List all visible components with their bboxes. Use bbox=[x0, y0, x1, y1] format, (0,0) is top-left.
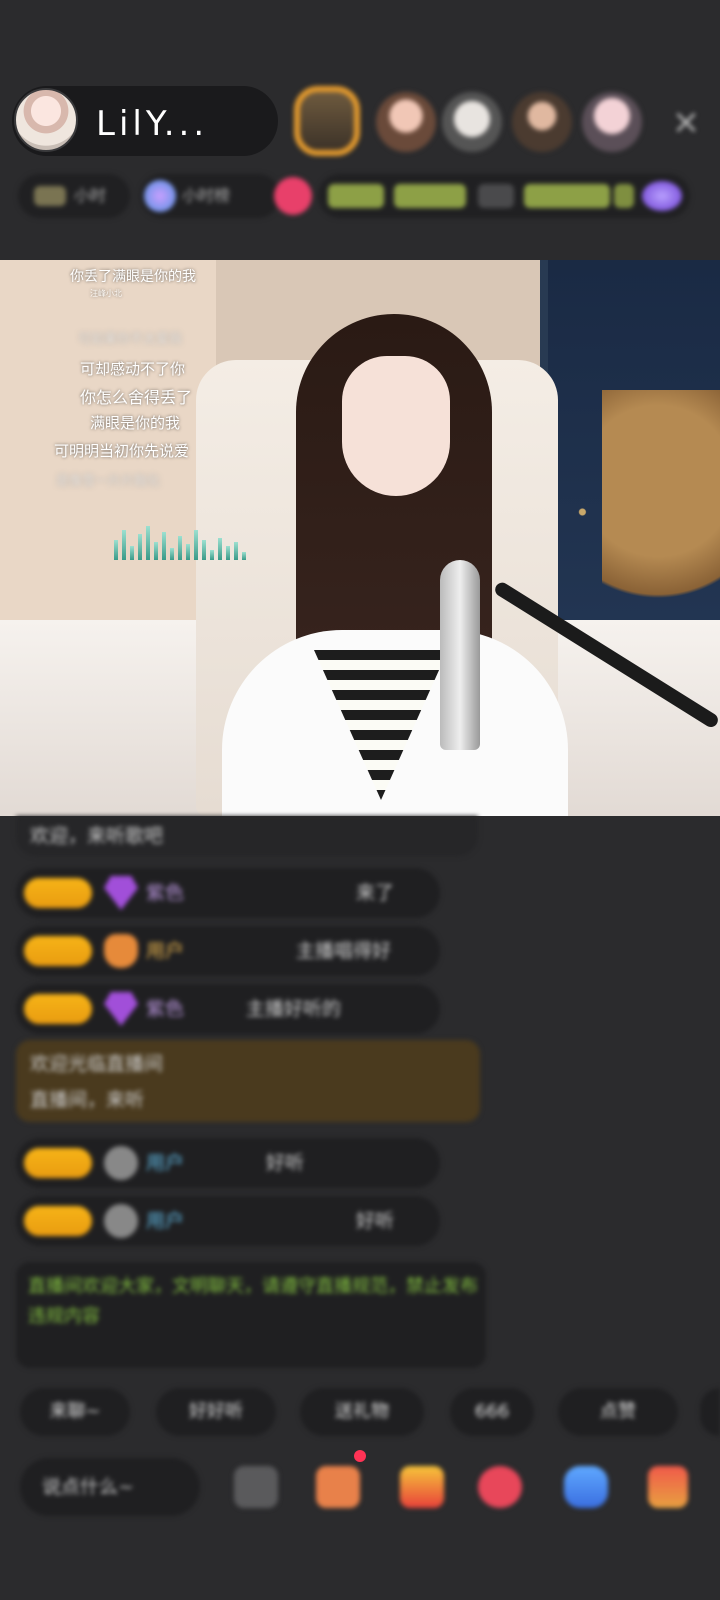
say-something-input[interactable]: 说点什么~ bbox=[20, 1458, 200, 1516]
chat-message[interactable]: 用户 好听 bbox=[16, 1196, 440, 1246]
lyric-line-3: 你怎么舍得丢了 bbox=[80, 388, 193, 407]
gem-icon bbox=[104, 992, 138, 1026]
quick-reply-6[interactable] bbox=[700, 1388, 720, 1436]
teddy-bear bbox=[602, 390, 720, 650]
chat-text: 来了 bbox=[356, 882, 395, 904]
tag-4 bbox=[524, 184, 610, 208]
rank-icon bbox=[34, 186, 66, 206]
tag-strip[interactable] bbox=[318, 174, 690, 218]
hour-list-label: 小时榜 bbox=[182, 186, 231, 205]
quick-reply-5[interactable]: 点赞 bbox=[558, 1388, 678, 1436]
chat-text: 好听 bbox=[266, 1152, 305, 1174]
emoji-icon[interactable] bbox=[234, 1466, 278, 1508]
host-avatar[interactable] bbox=[14, 88, 78, 152]
lyric-line-2: 可却感动不了你 bbox=[80, 360, 186, 378]
more-apps-icon[interactable] bbox=[648, 1466, 688, 1508]
planet-icon bbox=[144, 180, 176, 212]
streamer-face bbox=[342, 356, 450, 496]
gift-badge-icon[interactable] bbox=[642, 181, 682, 211]
chat-message[interactable]: 紫色 主播好听的 bbox=[16, 984, 440, 1034]
system-line-2: 直播间，来听 bbox=[30, 1089, 145, 1111]
shield-icon bbox=[104, 934, 138, 968]
live-video[interactable]: 你丢了满眼是你的我 汪峰小北 可如果你不太爱我 可却感动不了你 你怎么舍得丢了 … bbox=[0, 260, 720, 816]
game-icon[interactable] bbox=[564, 1466, 608, 1508]
hot-icon[interactable] bbox=[274, 177, 312, 215]
gift-box-icon[interactable] bbox=[400, 1466, 444, 1508]
quick-reply-1[interactable]: 来聊~ bbox=[20, 1388, 130, 1436]
lyric-line-5: 可明明当初你先说爱 bbox=[54, 442, 190, 460]
hour-rank-chip[interactable]: 小时 bbox=[18, 174, 130, 218]
avatar-icon bbox=[104, 1204, 138, 1238]
top-viewer-avatar-3[interactable] bbox=[442, 92, 502, 152]
equalizer-icon bbox=[114, 526, 254, 560]
notification-dot bbox=[354, 1450, 366, 1462]
top-viewer-avatar-4[interactable] bbox=[512, 92, 572, 152]
lyrics-subtitle: 汪峰小北 bbox=[90, 289, 122, 298]
top-viewer-avatar-1[interactable] bbox=[294, 86, 360, 156]
hour-rank-label: 小时 bbox=[74, 186, 107, 205]
welcome-message: 欢迎，来听歌吧 bbox=[16, 816, 478, 856]
heart-icon[interactable] bbox=[478, 1466, 522, 1508]
chat-username[interactable]: 紫色 bbox=[146, 881, 184, 905]
chat-text: 主播唱得好 bbox=[296, 940, 392, 962]
close-icon[interactable]: × bbox=[668, 104, 704, 140]
lyric-line-4: 满眼是你的我 bbox=[90, 414, 181, 432]
quick-reply-3[interactable]: 送礼物 bbox=[300, 1388, 424, 1436]
lyric-line-1: 可如果你不太爱我 bbox=[78, 332, 183, 347]
tag-1 bbox=[328, 184, 384, 208]
top-viewer-avatar-5[interactable] bbox=[582, 92, 642, 152]
hour-list-chip[interactable]: 小时榜 bbox=[140, 174, 280, 218]
gem-icon bbox=[104, 876, 138, 910]
level-badge bbox=[24, 878, 92, 908]
platform-notice: 直播间欢迎大家，文明聊天，请遵守直播规范，禁止发布违规内容 bbox=[16, 1262, 486, 1368]
welcome-text: 欢迎，来听歌吧 bbox=[30, 825, 164, 847]
chat-username[interactable]: 用户 bbox=[146, 1151, 184, 1175]
host-name[interactable]: LilY... bbox=[96, 104, 208, 144]
chat-username[interactable]: 用户 bbox=[146, 939, 184, 963]
top-viewer-avatar-2[interactable] bbox=[376, 92, 436, 152]
level-badge bbox=[24, 936, 92, 966]
system-line-1: 欢迎光临直播间 bbox=[30, 1053, 164, 1075]
chat-message[interactable]: 紫色 来了 bbox=[16, 868, 440, 918]
avatar-icon bbox=[104, 1146, 138, 1180]
level-badge bbox=[24, 1148, 92, 1178]
level-badge bbox=[24, 994, 92, 1024]
tag-3 bbox=[478, 184, 514, 208]
quick-reply-4[interactable]: 666 bbox=[450, 1388, 534, 1436]
chat-message[interactable]: 用户 主播唱得好 bbox=[16, 926, 440, 976]
lyrics-overlay: 你丢了满眼是你的我 汪峰小北 可如果你不太爱我 可却感动不了你 你怎么舍得丢了 … bbox=[48, 260, 248, 560]
quick-reply-2[interactable]: 好好听 bbox=[156, 1388, 276, 1436]
tag-2 bbox=[394, 184, 466, 208]
tag-5 bbox=[614, 184, 634, 208]
chat-text: 主播好听的 bbox=[246, 998, 342, 1020]
chat-text: 好听 bbox=[356, 1210, 395, 1232]
microphone bbox=[440, 560, 480, 750]
lyrics-title: 你丢了满眼是你的我 bbox=[70, 269, 196, 285]
level-badge bbox=[24, 1206, 92, 1236]
info-chip-row: 小时 小时榜 bbox=[0, 174, 720, 218]
lyric-line-6: 是像雪一片片融化 bbox=[56, 474, 161, 489]
shop-icon[interactable] bbox=[316, 1466, 360, 1508]
system-announcement: 欢迎光临直播间 直播间，来听 bbox=[16, 1040, 480, 1122]
chat-username[interactable]: 用户 bbox=[146, 1209, 184, 1233]
chat-username[interactable]: 紫色 bbox=[146, 997, 184, 1021]
platform-notice-text: 直播间欢迎大家，文明聊天，请遵守直播规范，禁止发布违规内容 bbox=[28, 1276, 478, 1327]
chat-message[interactable]: 用户 好听 bbox=[16, 1138, 440, 1188]
